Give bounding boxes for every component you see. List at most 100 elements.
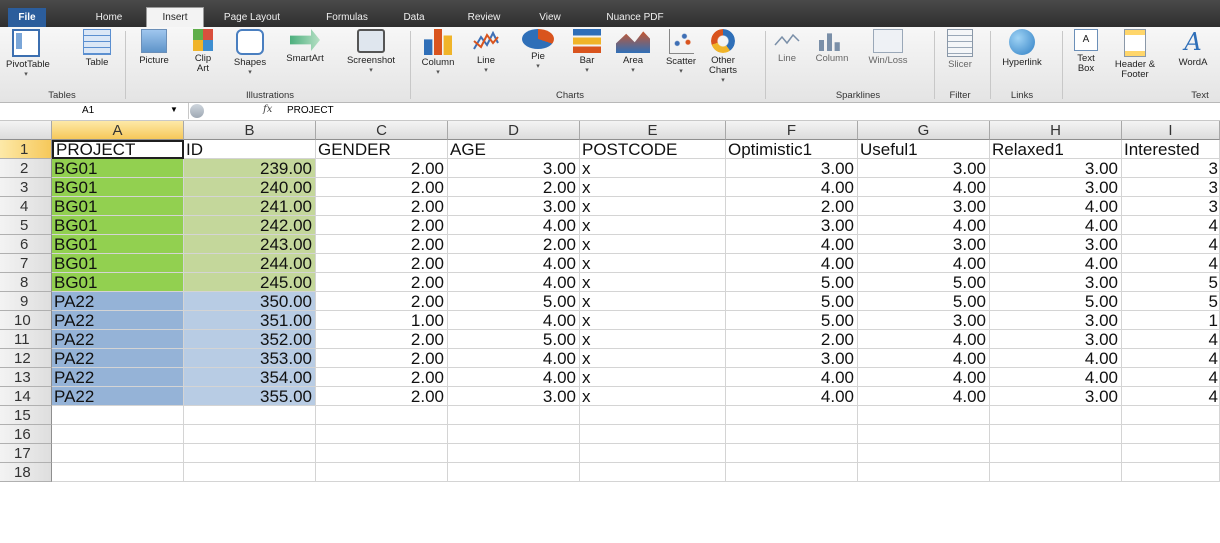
cell-f17[interactable] xyxy=(726,444,858,463)
cell-a4[interactable]: BG01 xyxy=(52,197,184,216)
screenshot-button[interactable]: Screenshot ▾ xyxy=(338,29,404,76)
row-header-2[interactable]: 2 xyxy=(0,159,52,178)
cell-f3[interactable]: 4.00 xyxy=(726,178,858,197)
cell-h12[interactable]: 4.00 xyxy=(990,349,1122,368)
header-footer-button[interactable]: Header & Footer xyxy=(1112,29,1158,80)
cell-c18[interactable] xyxy=(316,463,448,482)
column-header-f[interactable]: F xyxy=(726,121,858,140)
wordart-button[interactable]: A WordA xyxy=(1166,29,1220,68)
cell-g16[interactable] xyxy=(858,425,990,444)
cell-i18[interactable] xyxy=(1122,463,1220,482)
cell-c16[interactable] xyxy=(316,425,448,444)
cell-b18[interactable] xyxy=(184,463,316,482)
cell-f5[interactable]: 3.00 xyxy=(726,216,858,235)
row-header-16[interactable]: 16 xyxy=(0,425,52,444)
pie-chart-button[interactable]: Pie ▾ xyxy=(518,29,558,72)
column-header-e[interactable]: E xyxy=(580,121,726,140)
cell-i15[interactable] xyxy=(1122,406,1220,425)
cell-b7[interactable]: 244.00 xyxy=(184,254,316,273)
cell-f8[interactable]: 5.00 xyxy=(726,273,858,292)
cell-b5[interactable]: 242.00 xyxy=(184,216,316,235)
cell-b16[interactable] xyxy=(184,425,316,444)
column-header-c[interactable]: C xyxy=(316,121,448,140)
cell-f10[interactable]: 5.00 xyxy=(726,311,858,330)
sparkline-column-button[interactable]: Column xyxy=(812,29,852,64)
cell-i11[interactable]: 4 xyxy=(1122,330,1220,349)
cell-b12[interactable]: 353.00 xyxy=(184,349,316,368)
cell-e2[interactable]: x xyxy=(580,159,726,178)
cell-g14[interactable]: 4.00 xyxy=(858,387,990,406)
cell-h8[interactable]: 3.00 xyxy=(990,273,1122,292)
text-box-button[interactable]: A Text Box xyxy=(1070,29,1102,74)
cell-b8[interactable]: 245.00 xyxy=(184,273,316,292)
cell-b1[interactable]: ID xyxy=(184,140,316,159)
cell-c4[interactable]: 2.00 xyxy=(316,197,448,216)
cell-h1[interactable]: Relaxed1 xyxy=(990,140,1122,159)
cell-d3[interactable]: 2.00 xyxy=(448,178,580,197)
cell-b10[interactable]: 351.00 xyxy=(184,311,316,330)
cell-d7[interactable]: 4.00 xyxy=(448,254,580,273)
cell-i5[interactable]: 4 xyxy=(1122,216,1220,235)
cell-e13[interactable]: x xyxy=(580,368,726,387)
cell-b9[interactable]: 350.00 xyxy=(184,292,316,311)
cell-c1[interactable]: GENDER xyxy=(316,140,448,159)
cell-a18[interactable] xyxy=(52,463,184,482)
cell-a3[interactable]: BG01 xyxy=(52,178,184,197)
cell-d14[interactable]: 3.00 xyxy=(448,387,580,406)
row-header-15[interactable]: 15 xyxy=(0,406,52,425)
cell-i1[interactable]: Interested xyxy=(1122,140,1220,159)
cell-i16[interactable] xyxy=(1122,425,1220,444)
column-header-b[interactable]: B xyxy=(184,121,316,140)
cell-f11[interactable]: 2.00 xyxy=(726,330,858,349)
cell-f2[interactable]: 3.00 xyxy=(726,159,858,178)
cell-d2[interactable]: 3.00 xyxy=(448,159,580,178)
cell-a14[interactable]: PA22 xyxy=(52,387,184,406)
cell-h9[interactable]: 5.00 xyxy=(990,292,1122,311)
row-header-12[interactable]: 12 xyxy=(0,349,52,368)
cell-i7[interactable]: 4 xyxy=(1122,254,1220,273)
cell-e8[interactable]: x xyxy=(580,273,726,292)
cell-b11[interactable]: 352.00 xyxy=(184,330,316,349)
slicer-button[interactable]: Slicer xyxy=(940,29,980,70)
cell-c15[interactable] xyxy=(316,406,448,425)
cell-g13[interactable]: 4.00 xyxy=(858,368,990,387)
cell-h2[interactable]: 3.00 xyxy=(990,159,1122,178)
tab-file[interactable]: File xyxy=(8,8,46,27)
cell-f9[interactable]: 5.00 xyxy=(726,292,858,311)
cell-f13[interactable]: 4.00 xyxy=(726,368,858,387)
line-chart-button[interactable]: Line ▾ xyxy=(472,29,500,76)
cell-a11[interactable]: PA22 xyxy=(52,330,184,349)
cell-h17[interactable] xyxy=(990,444,1122,463)
cell-b17[interactable] xyxy=(184,444,316,463)
row-header-13[interactable]: 13 xyxy=(0,368,52,387)
cell-e7[interactable]: x xyxy=(580,254,726,273)
cell-h10[interactable]: 3.00 xyxy=(990,311,1122,330)
row-header-6[interactable]: 6 xyxy=(0,235,52,254)
sparkline-line-button[interactable]: Line xyxy=(772,29,802,64)
cell-h15[interactable] xyxy=(990,406,1122,425)
row-header-17[interactable]: 17 xyxy=(0,444,52,463)
row-header-10[interactable]: 10 xyxy=(0,311,52,330)
cell-d4[interactable]: 3.00 xyxy=(448,197,580,216)
cell-a16[interactable] xyxy=(52,425,184,444)
cell-c9[interactable]: 2.00 xyxy=(316,292,448,311)
select-all-corner[interactable] xyxy=(0,121,52,140)
picture-button[interactable]: Picture xyxy=(134,29,174,66)
cell-b3[interactable]: 240.00 xyxy=(184,178,316,197)
cell-a15[interactable] xyxy=(52,406,184,425)
cell-i2[interactable]: 3 xyxy=(1122,159,1220,178)
row-header-4[interactable]: 4 xyxy=(0,197,52,216)
cell-e4[interactable]: x xyxy=(580,197,726,216)
cell-c5[interactable]: 2.00 xyxy=(316,216,448,235)
cell-e3[interactable]: x xyxy=(580,178,726,197)
row-header-1[interactable]: 1 xyxy=(0,140,52,159)
cell-d10[interactable]: 4.00 xyxy=(448,311,580,330)
cell-g12[interactable]: 4.00 xyxy=(858,349,990,368)
clip-art-button[interactable]: Clip Art xyxy=(189,29,217,74)
cell-d6[interactable]: 2.00 xyxy=(448,235,580,254)
cell-i17[interactable] xyxy=(1122,444,1220,463)
cell-d13[interactable]: 4.00 xyxy=(448,368,580,387)
cell-g9[interactable]: 5.00 xyxy=(858,292,990,311)
cell-h11[interactable]: 3.00 xyxy=(990,330,1122,349)
cell-i13[interactable]: 4 xyxy=(1122,368,1220,387)
